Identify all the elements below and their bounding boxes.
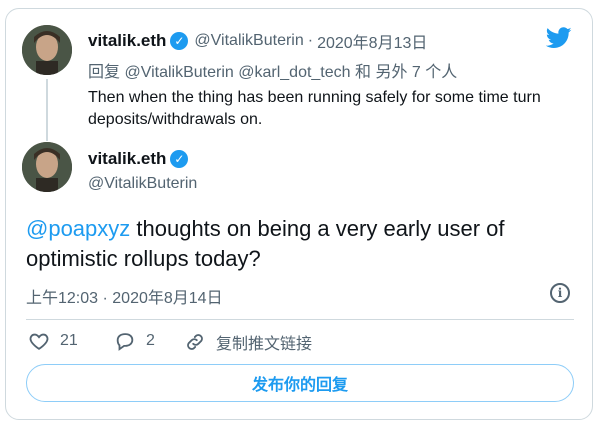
parent-header: vitalik.eth ✓ @VitalikButerin · 2020年8月1… — [88, 29, 427, 53]
thread-connector-line — [46, 79, 48, 141]
reply-action[interactable]: 2 — [114, 330, 155, 352]
reply-others[interactable]: 和 另外 7 个人 — [355, 64, 457, 81]
parent-tweet-text: Then when the thing has been running saf… — [88, 89, 541, 128]
parent-date[interactable]: 2020年8月13日 — [317, 29, 427, 53]
header-separator: · — [307, 32, 314, 49]
main-avatar[interactable] — [22, 142, 72, 192]
reply-to-users[interactable]: @VitalikButerin @karl_dot_tech — [124, 64, 350, 81]
main-display-name[interactable]: vitalik.eth — [88, 149, 166, 169]
main-handle[interactable]: @VitalikButerin — [88, 175, 197, 193]
twitter-bird-icon[interactable] — [545, 27, 572, 54]
main-name-row: vitalik.eth ✓ — [88, 149, 189, 169]
reply-context: 回复 @VitalikButerin @karl_dot_tech 和 另外 7… — [88, 58, 457, 82]
mention-link[interactable]: @poapxyz — [26, 216, 130, 241]
reply-count: 2 — [146, 332, 155, 349]
tweet-time: 上午12:03 — [26, 290, 99, 307]
link-icon — [187, 334, 203, 350]
main-tweet-text: @poapxyz thoughts on being a very early … — [26, 214, 566, 274]
tweet-embed-card: vitalik.eth ✓ @VitalikButerin · 2020年8月1… — [5, 8, 593, 420]
parent-display-name[interactable]: vitalik.eth — [88, 31, 166, 51]
verified-badge-icon: ✓ — [170, 32, 189, 50]
verified-badge-icon: ✓ — [170, 150, 189, 168]
copy-link-label: 复制推文链接 — [216, 336, 313, 353]
like-action[interactable]: 21 — [28, 330, 78, 352]
reply-prefix: 回复 — [88, 64, 121, 81]
like-count: 21 — [60, 332, 78, 349]
info-icon[interactable]: i — [550, 283, 570, 303]
parent-handle[interactable]: @VitalikButerin — [194, 32, 303, 50]
timestamp-separator: · — [102, 290, 108, 307]
timestamp-row[interactable]: 上午12:03 · 2020年8月14日 — [26, 284, 223, 308]
tweet-date: 2020年8月14日 — [112, 290, 223, 307]
parent-avatar[interactable] — [22, 25, 72, 75]
comment-icon — [116, 333, 134, 351]
post-reply-button[interactable]: 发布你的回复 — [26, 364, 574, 402]
divider — [26, 319, 574, 320]
heart-icon — [29, 333, 49, 350]
copy-link-action[interactable]: 复制推文链接 — [184, 330, 312, 354]
